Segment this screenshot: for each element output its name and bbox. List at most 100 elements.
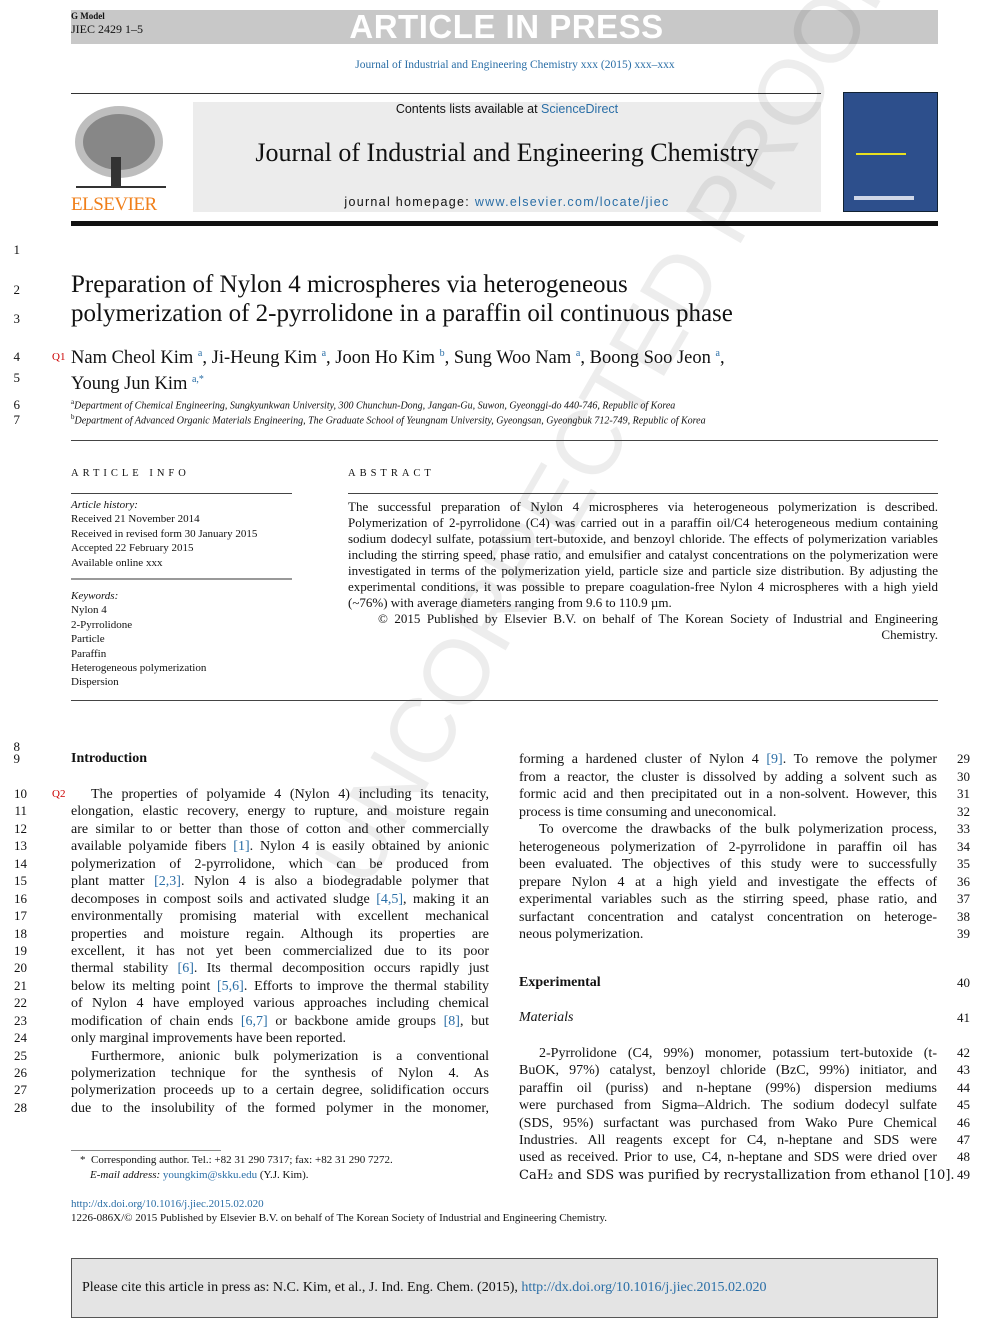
line-number: 22 xyxy=(14,995,27,1011)
doi-link[interactable]: http://dx.doi.org/10.1016/j.jiec.2015.02… xyxy=(71,1198,264,1210)
keyword: Nylon 4 xyxy=(71,604,107,617)
line-number: 47 xyxy=(957,1132,970,1147)
body-line: below its melting point [5,6]. Efforts t… xyxy=(71,978,489,995)
author-affiliation[interactable]: b xyxy=(440,348,445,359)
body-line: environmentally promising material with … xyxy=(71,909,489,925)
body-line: process is time consuming and uneconomic… xyxy=(519,804,777,820)
body-line: thermal stability [6]. Its thermal decom… xyxy=(71,960,489,977)
author-name[interactable]: Ji-Heung Kim xyxy=(212,348,317,368)
line-number: 44 xyxy=(957,1079,970,1095)
line-number: 5 xyxy=(13,370,21,385)
line-text: . Nylon 4 is also a biodegradable polyme… xyxy=(180,874,489,890)
body-line: forming a hardened cluster of Nylon 4 [9… xyxy=(519,751,937,768)
author-affiliation[interactable]: a,* xyxy=(192,374,204,385)
abstract-heading: ABSTRACT xyxy=(348,468,435,479)
citation-link[interactable]: [2,3] xyxy=(154,874,181,889)
line-number: 45 xyxy=(957,1097,970,1113)
line-number: 28 xyxy=(14,1099,27,1115)
author-name[interactable]: Nam Cheol Kim xyxy=(71,348,193,368)
author-affiliation[interactable]: a xyxy=(198,348,202,359)
keyword: Dispersion xyxy=(71,676,119,689)
citation-link[interactable]: [6,7] xyxy=(241,1014,268,1029)
body-line: Industries. All reagents except for C4, … xyxy=(519,1133,937,1148)
line-number: 23 xyxy=(14,1012,27,1028)
line-number: 15 xyxy=(14,873,27,889)
line-text: thermal stability xyxy=(71,961,178,977)
journal-reference[interactable]: Journal of Industrial and Engineering Ch… xyxy=(0,59,992,71)
corresponding-author-note: * Corresponding author. Tel.: +82 31 290… xyxy=(80,1154,393,1166)
body-line: The properties of polyamide 4 (Nylon 4) … xyxy=(91,787,489,802)
divider xyxy=(71,578,292,580)
citation-link[interactable]: [4,5] xyxy=(376,892,403,907)
line-text: plant matter xyxy=(71,874,155,890)
body-line: experimental variables such as the stirr… xyxy=(519,892,937,907)
line-text: below its melting point xyxy=(71,978,218,994)
body-line: were purchased from Sigma–Aldrich. The s… xyxy=(519,1098,937,1114)
line-number: 40 xyxy=(957,975,970,990)
line-number: 36 xyxy=(957,873,970,889)
homepage-link[interactable]: www.elsevier.com/locate/jiec xyxy=(475,195,670,209)
citation-link[interactable]: [5,6] xyxy=(217,979,244,994)
banner-text: ARTICLE IN PRESS xyxy=(349,8,664,45)
keyword: Paraffin xyxy=(71,647,107,660)
author-affiliation[interactable]: a xyxy=(716,348,720,359)
author-affiliation[interactable]: a xyxy=(322,348,326,359)
line-number: 6 xyxy=(13,397,21,412)
footnote-text: Corresponding author. Tel.: +82 31 290 7… xyxy=(91,1154,393,1166)
cite-text: Please cite this article in press as: N.… xyxy=(82,1280,522,1295)
divider xyxy=(71,493,292,494)
line-text: decomposes in compost soils and activate… xyxy=(71,891,377,907)
body-line: polymerization proceeds up to a certain … xyxy=(71,1083,489,1099)
author-name[interactable]: Boong Soo Jeon xyxy=(590,348,711,368)
history-item: Available online xxx xyxy=(71,556,163,569)
issn-line: 1226-086X/© 2015 Published by Elsevier B… xyxy=(71,1212,608,1224)
line-number: 39 xyxy=(957,926,970,941)
body-line: paraffin oil (puriss) and n-heptane (99%… xyxy=(519,1080,937,1096)
header-rule xyxy=(71,221,938,226)
body-line: polymerization of 2-pyrrolidone, which c… xyxy=(71,856,489,872)
body-line: BuOK, 97%) catalyst, benzoyl chloride (B… xyxy=(519,1063,937,1079)
line-text: or backbone amide groups xyxy=(267,1013,444,1029)
body-line: surfactant concentration and catalyst co… xyxy=(519,909,937,925)
body-line: excellent, it has not yet been commercia… xyxy=(71,943,489,959)
citation-link[interactable]: [1] xyxy=(233,839,249,854)
elsevier-logo: ELSEVIER xyxy=(71,102,171,215)
cite-doi-link[interactable]: http://dx.doi.org/10.1016/j.jiec.2015.02… xyxy=(521,1280,766,1295)
body-line: To overcome the drawbacks of the bulk po… xyxy=(539,822,937,837)
line-number: 32 xyxy=(957,803,970,819)
article-title: Preparation of Nylon 4 microspheres via … xyxy=(71,270,733,328)
line-number: 16 xyxy=(14,890,27,906)
body-line: CaH₂ and SDS was purified by recrystalli… xyxy=(519,1167,955,1183)
affiliation-text: Department of Chemical Engineering, Sung… xyxy=(74,400,676,412)
citation-link[interactable]: [6] xyxy=(178,961,194,976)
line-number: 9 xyxy=(13,751,21,766)
body-line: polymerization technique for the synthes… xyxy=(71,1066,489,1082)
line-text: modification of chain ends xyxy=(71,1013,241,1029)
contents-line: Contents lists available at ScienceDirec… xyxy=(193,102,821,116)
line-number: 7 xyxy=(13,412,21,427)
line-number: 35 xyxy=(957,856,970,871)
sciencedirect-link[interactable]: ScienceDirect xyxy=(541,102,618,116)
author-name[interactable]: Joon Ho Kim xyxy=(335,348,435,368)
keywords-label: Keywords: xyxy=(71,590,119,602)
line-number: 10 xyxy=(14,786,27,801)
body-line: 2-Pyrrolidone (C4, 99%) monomer, potassi… xyxy=(539,1046,937,1061)
line-number: 41 xyxy=(957,1010,970,1025)
email-link[interactable]: youngkim@skku.edu xyxy=(163,1169,257,1181)
line-text: . Nylon 4 is easily obtained by anionic xyxy=(249,839,489,855)
line-number: 43 xyxy=(957,1062,970,1078)
line-number: 3 xyxy=(13,311,21,326)
line-text: . To remove the polymer xyxy=(782,752,937,767)
body-line: properties and moisture regain. Although… xyxy=(71,926,489,942)
divider xyxy=(71,440,938,441)
citation-link[interactable]: [8] xyxy=(444,1014,460,1029)
body-line: Furthermore, anionic bulk polymerization… xyxy=(91,1048,489,1064)
citation-link[interactable]: [9] xyxy=(766,752,782,767)
author-name[interactable]: Young Jun Kim xyxy=(71,374,187,394)
author-name[interactable]: Sung Woo Nam xyxy=(454,348,571,368)
query-mark[interactable]: Q2 xyxy=(52,788,65,800)
body-line: available polyamide fibers [1]. Nylon 4 … xyxy=(71,838,489,855)
query-mark[interactable]: Q1 xyxy=(52,351,65,363)
body-line: heterogeneous polymerization of 2-pyrrol… xyxy=(519,839,937,855)
author-affiliation[interactable]: a xyxy=(576,348,580,359)
